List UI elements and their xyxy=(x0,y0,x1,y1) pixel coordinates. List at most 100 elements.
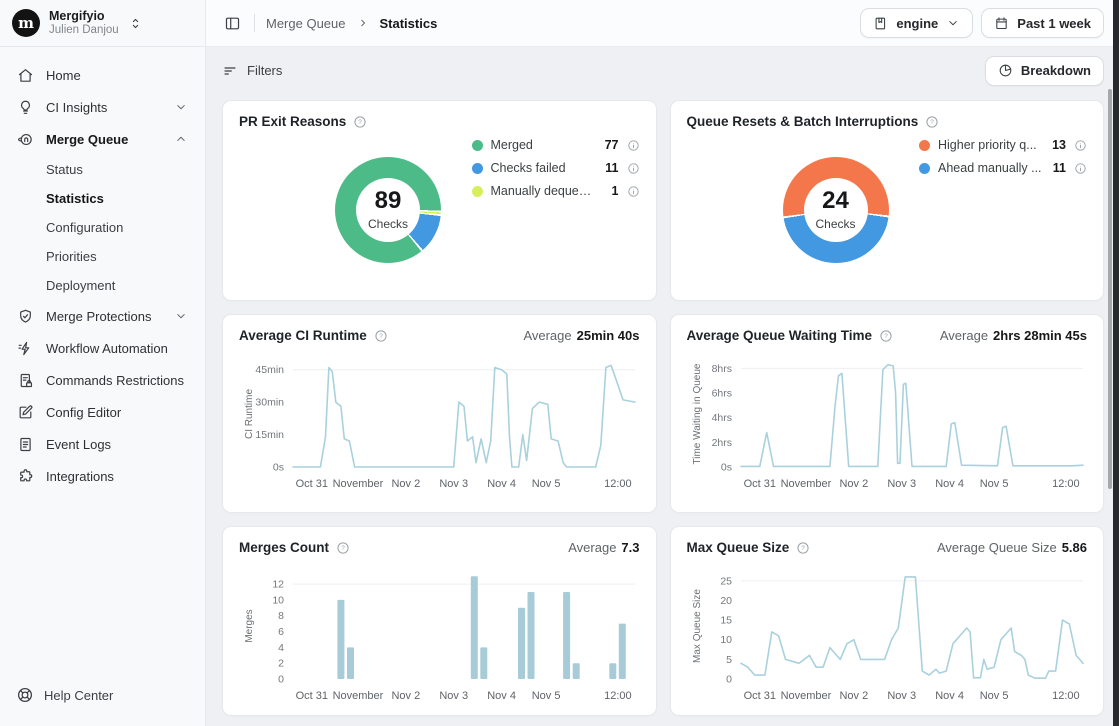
info-icon[interactable] xyxy=(1074,162,1087,175)
sidebar-item-config-editor[interactable]: Config Editor xyxy=(8,396,197,428)
date-range-label: Past 1 week xyxy=(1017,16,1091,31)
svg-text:45min: 45min xyxy=(255,364,284,376)
app-window: m Mergifyio Julien Danjou HomeCI Insight… xyxy=(0,0,1119,726)
sidebar-item-home[interactable]: Home xyxy=(8,59,197,91)
svg-text:15min: 15min xyxy=(255,429,284,441)
donut-chart: 89Checks xyxy=(335,157,441,263)
donut-center-label: Checks xyxy=(368,217,408,231)
stats-cards-grid: PR Exit Reasons? 89Checks Merged77 Checks f… xyxy=(206,88,1119,726)
legend-value: 1 xyxy=(603,184,619,198)
sidebar-toggle-button[interactable] xyxy=(222,13,243,34)
svg-text:2hrs: 2hrs xyxy=(711,437,731,449)
card-merges-count: Merges Count?Average7.3024681012MergesOc… xyxy=(222,526,657,716)
chevron-up-icon xyxy=(174,132,188,146)
svg-text:8: 8 xyxy=(278,610,284,622)
legend: Merged77 Checks failed11 Manually dequeued… xyxy=(472,138,640,198)
help-center-link[interactable]: Help Center xyxy=(0,672,205,726)
sidebar-subitem-priorities[interactable]: Priorities xyxy=(8,242,197,271)
average-label: Average Queue Size xyxy=(937,540,1057,555)
max-queue-size-chart: 0510152025Max Queue SizeOct 31NovemberNo… xyxy=(687,561,1089,705)
card-average: Average25min 40s xyxy=(523,328,639,343)
svg-text:Nov 3: Nov 3 xyxy=(887,478,916,490)
sidebar-subitem-status[interactable]: Status xyxy=(8,155,197,184)
legend-item[interactable]: Higher priority q...13 xyxy=(919,138,1087,152)
sidebar-nav: HomeCI InsightsMerge QueueStatusStatisti… xyxy=(0,47,205,672)
sidebar-item-merge-protections[interactable]: Merge Protections xyxy=(8,300,197,332)
legend-item[interactable]: Checks failed11 xyxy=(472,161,640,175)
chevron-down-icon xyxy=(174,100,188,114)
filters-button[interactable]: Filters xyxy=(222,63,282,79)
series-bar xyxy=(518,608,525,679)
help-icon[interactable]: ? xyxy=(796,541,810,555)
legend-dot xyxy=(472,186,483,197)
legend-item[interactable]: Merged77 xyxy=(472,138,640,152)
svg-text:Merges: Merges xyxy=(244,609,255,642)
svg-text:Oct 31: Oct 31 xyxy=(743,478,775,490)
legend-item[interactable]: Ahead manually ...11 xyxy=(919,161,1087,175)
svg-text:Nov 4: Nov 4 xyxy=(935,690,964,702)
legend-value: 77 xyxy=(603,138,619,152)
vertical-scrollbar[interactable] xyxy=(1108,89,1112,489)
info-icon[interactable] xyxy=(1074,139,1087,152)
sidebar-item-label: Event Logs xyxy=(46,437,188,452)
date-range-button[interactable]: Past 1 week xyxy=(981,8,1104,38)
sidebar-item-ci-insights[interactable]: CI Insights xyxy=(8,91,197,123)
sidebar-item-workflow-automation[interactable]: Workflow Automation xyxy=(8,332,197,364)
svg-text:Nov 2: Nov 2 xyxy=(391,690,420,702)
series-bar xyxy=(573,663,580,679)
filters-label: Filters xyxy=(247,63,282,78)
card-header: Queue Resets & Batch Interruptions? xyxy=(687,114,1088,129)
svg-text:Nov 3: Nov 3 xyxy=(439,690,468,702)
donut-center: 24Checks xyxy=(804,178,868,242)
legend-item[interactable]: Manually dequeued1 xyxy=(472,184,640,198)
card-title: PR Exit Reasons xyxy=(239,114,346,129)
svg-text:0: 0 xyxy=(278,674,284,686)
svg-text:November: November xyxy=(333,478,384,490)
card-title: Max Queue Size xyxy=(687,540,790,555)
sidebar-subitem-configuration[interactable]: Configuration xyxy=(8,213,197,242)
help-icon[interactable]: ? xyxy=(925,115,939,129)
sidebar-item-commands-restrictions[interactable]: Commands Restrictions xyxy=(8,364,197,396)
header-actions: engine Past 1 week xyxy=(860,8,1104,38)
sidebar-subitem-deployment[interactable]: Deployment xyxy=(8,271,197,300)
window-edge-strip xyxy=(1113,0,1119,726)
svg-text:November: November xyxy=(780,478,831,490)
sidebar-item-label: Config Editor xyxy=(46,405,188,420)
chevron-down-icon xyxy=(174,309,188,323)
filter-icon xyxy=(222,63,238,79)
info-icon[interactable] xyxy=(627,185,640,198)
svg-text:?: ? xyxy=(884,333,888,340)
org-name: Mergifyio xyxy=(49,9,119,23)
svg-text:20: 20 xyxy=(720,595,732,607)
svg-text:Max Queue Size: Max Queue Size xyxy=(692,589,703,663)
average-label: Average xyxy=(568,540,616,555)
help-icon[interactable]: ? xyxy=(353,115,367,129)
info-icon[interactable] xyxy=(627,139,640,152)
breadcrumb-parent[interactable]: Merge Queue xyxy=(266,16,346,31)
card-title-wrap: Average CI Runtime? xyxy=(239,328,388,343)
help-icon[interactable]: ? xyxy=(374,329,388,343)
info-icon[interactable] xyxy=(627,162,640,175)
help-center-label: Help Center xyxy=(44,688,113,703)
account-switcher[interactable]: m Mergifyio Julien Danjou xyxy=(0,0,205,47)
help-icon[interactable]: ? xyxy=(336,541,350,555)
breakdown-button[interactable]: Breakdown xyxy=(985,56,1104,86)
main-area: Merge Queue Statistics engine Past 1 wee… xyxy=(206,0,1119,726)
sidebar-item-event-logs[interactable]: Event Logs xyxy=(8,428,197,460)
repo-selector-button[interactable]: engine xyxy=(860,8,973,38)
org-avatar-letter: m xyxy=(18,14,34,32)
svg-text:5: 5 xyxy=(726,654,732,666)
sidebar-item-label: Commands Restrictions xyxy=(46,373,188,388)
sidebar-subitem-statistics[interactable]: Statistics xyxy=(8,184,197,213)
sidebar-item-label: Merge Protections xyxy=(46,309,162,324)
sidebar-item-integrations[interactable]: Integrations xyxy=(8,460,197,492)
user-name: Julien Danjou xyxy=(49,24,119,37)
card-title: Queue Resets & Batch Interruptions xyxy=(687,114,919,129)
org-avatar: m xyxy=(12,9,40,37)
chevron-down-icon xyxy=(946,16,960,30)
avg-ci-runtime-chart: 0s15min30min45minCI RuntimeOct 31Novembe… xyxy=(239,349,641,493)
svg-text:0: 0 xyxy=(726,674,732,686)
sidebar-item-merge-queue[interactable]: Merge Queue xyxy=(8,123,197,155)
svg-text:?: ? xyxy=(931,119,935,126)
help-icon[interactable]: ? xyxy=(879,329,893,343)
